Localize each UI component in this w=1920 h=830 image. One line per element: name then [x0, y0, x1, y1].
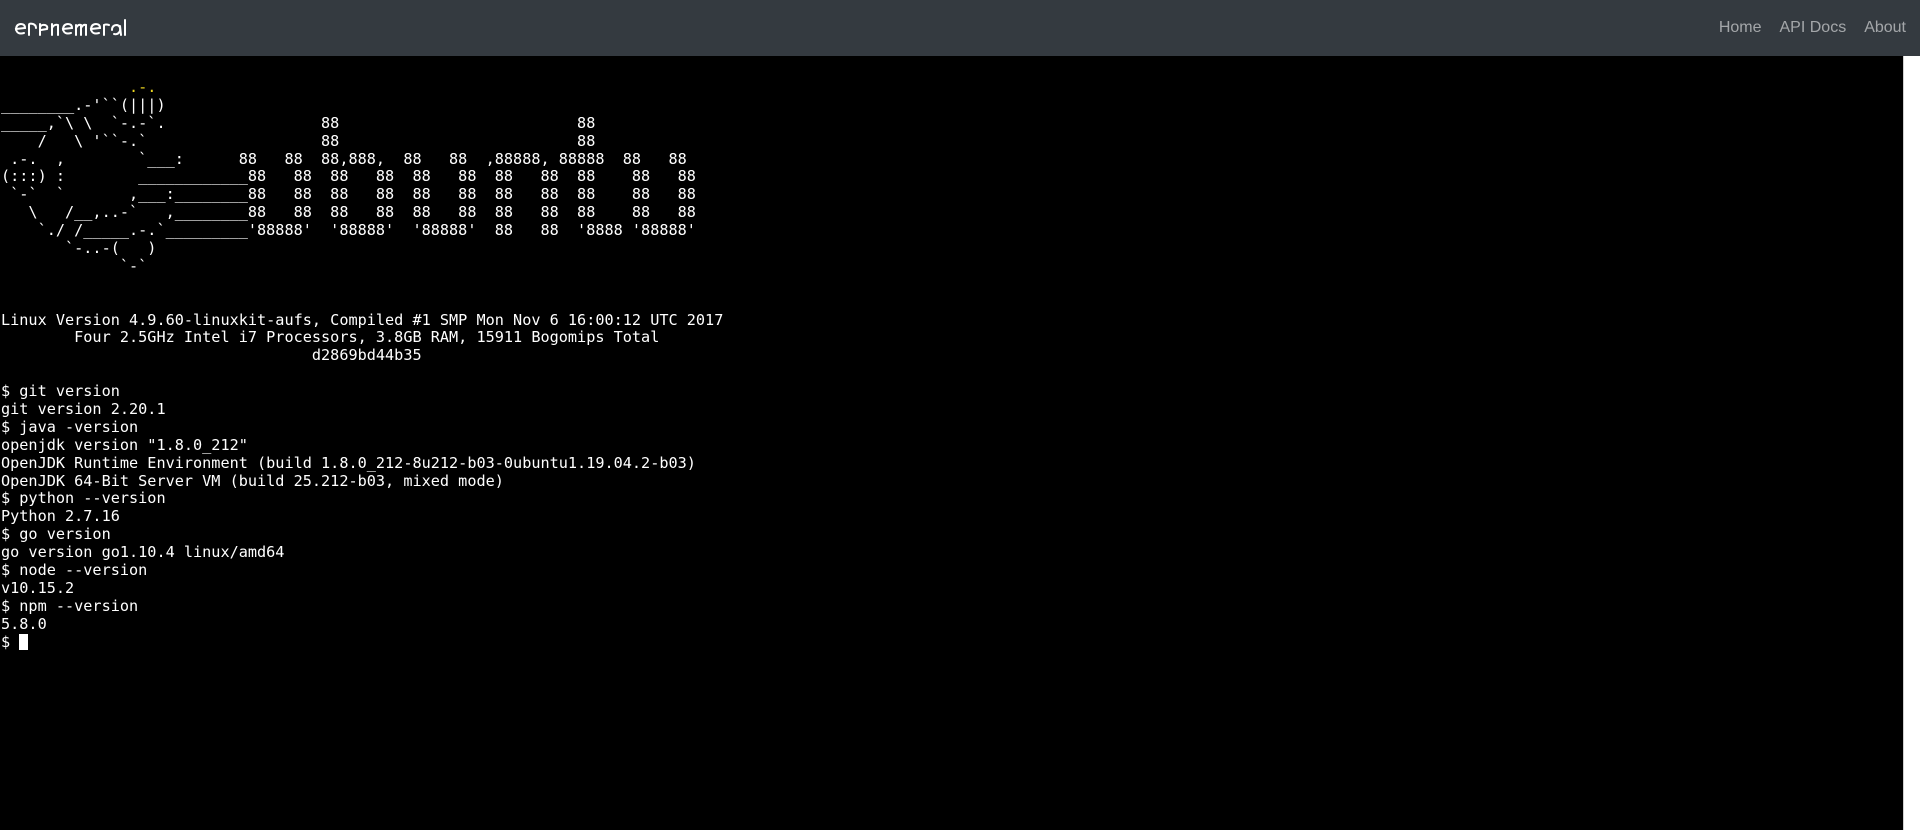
- nav-link-home[interactable]: Home: [1719, 0, 1762, 56]
- output-line: 5.8.0: [1, 614, 47, 633]
- output-line: OpenJDK 64-Bit Server VM (build 25.212-b…: [1, 471, 504, 490]
- system-info-line: Linux Version 4.9.60-linuxkit-aufs, Comp…: [1, 310, 724, 329]
- prompt: $: [1, 632, 20, 651]
- logo-line: `-`: [1, 256, 148, 275]
- top-navbar: Home API Docs About: [0, 0, 1920, 56]
- logo-line: .-.: [1, 78, 157, 96]
- terminal-window[interactable]: .-. ________.-'``(|||) _____,`\ \ `-.-`.…: [0, 56, 1903, 830]
- command-line: $ python --version: [1, 489, 166, 508]
- logo-line: _____,`\ \ `-.-`. 88 88: [1, 113, 596, 132]
- vertical-scrollbar[interactable]: [1903, 56, 1920, 830]
- output-line: OpenJDK Runtime Environment (build 1.8.0…: [1, 453, 696, 472]
- output-line: go version go1.10.4 linux/amd64: [1, 543, 285, 562]
- nav-link-about[interactable]: About: [1864, 0, 1906, 56]
- logo-line: / \ '``-.` 88 88: [1, 131, 596, 150]
- command-line: $ node --version: [1, 561, 148, 580]
- command-line: $ java -version: [1, 417, 139, 436]
- brand-logo-icon: [14, 19, 126, 36]
- logo-line: ________.-'``(|||): [1, 95, 166, 114]
- output-line: v10.15.2: [1, 578, 75, 597]
- logo-line: `./ /_____.-.`_________'88888' '88888' '…: [1, 221, 696, 240]
- terminal-output: .-. ________.-'``(|||) _____,`\ \ `-.-`.…: [1, 78, 724, 652]
- command-line: $ git version: [1, 382, 120, 401]
- logo-line: .-. , `___: 88 88 88,888, 88 88 ,88888, …: [1, 149, 687, 168]
- command-line: $ go version: [1, 525, 111, 544]
- output-line: Python 2.7.16: [1, 507, 120, 526]
- system-info-line: Four 2.5GHz Intel i7 Processors, 3.8GB R…: [1, 328, 660, 347]
- output-line: openjdk version "1.8.0_212": [1, 435, 248, 454]
- output-line: git version 2.20.1: [1, 400, 166, 419]
- nav-link-api-docs[interactable]: API Docs: [1780, 0, 1847, 56]
- logo-line: \ /__,..-` ,________88 88 88 88 88 88 88…: [1, 203, 696, 222]
- logo-line: (:::) : ____________88 88 88 88 88 88 88…: [1, 167, 696, 186]
- command-line: $ npm --version: [1, 596, 139, 615]
- logo-line: `-..-( ): [1, 239, 157, 258]
- prompt-line[interactable]: $: [1, 632, 723, 652]
- nav-links: Home API Docs About: [1719, 0, 1906, 56]
- terminal-cursor: [19, 633, 29, 650]
- hostname-line: d2869bd44b35: [1, 346, 422, 365]
- brand-logo[interactable]: [14, 0, 130, 56]
- logo-line: `-` ` ,___:________88 88 88 88 88 88 88 …: [1, 185, 696, 204]
